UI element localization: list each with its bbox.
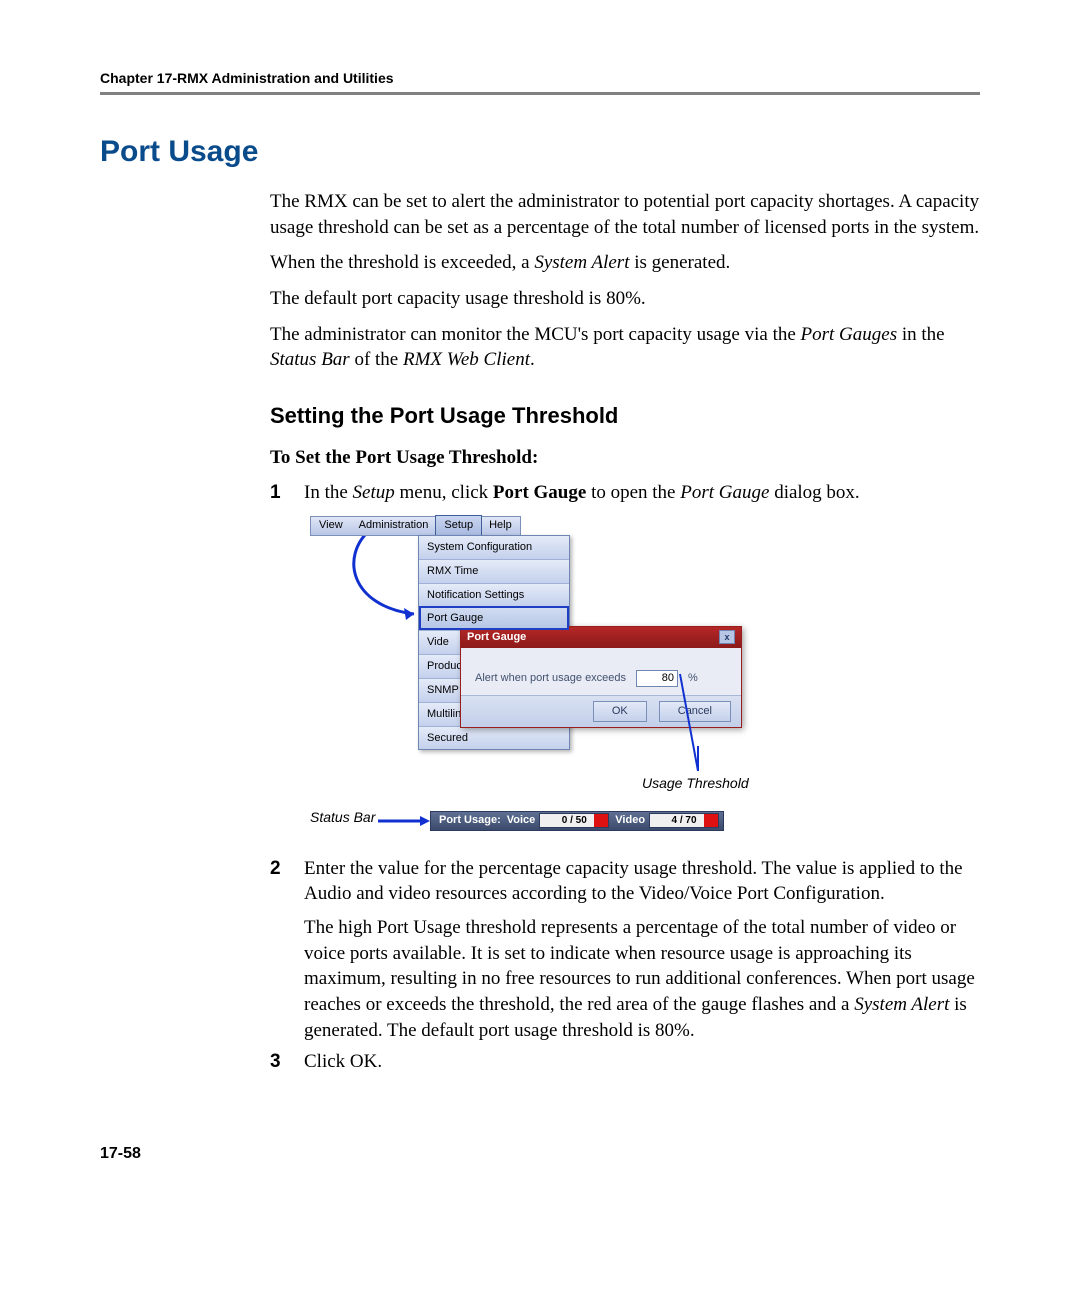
chapter-header: Chapter 17-RMX Administration and Utilit… (100, 70, 980, 86)
paragraph: When the threshold is exceeded, a System… (270, 250, 980, 276)
menu-view[interactable]: View (311, 516, 351, 535)
italic-text: RMX Web Client (403, 349, 530, 370)
text: The administrator can monitor the MCU's … (270, 324, 801, 345)
close-icon[interactable]: x (719, 630, 735, 644)
document-page: Chapter 17-RMX Administration and Utilit… (0, 0, 1080, 1243)
text: of the (350, 349, 403, 370)
subsection-heading: Setting the Port Usage Threshold (270, 401, 980, 431)
menu-help[interactable]: Help (481, 516, 520, 535)
status-bar: Port Usage: Voice 0 / 50 Video 4 / 70 (430, 811, 724, 831)
menu-setup[interactable]: Setup (435, 515, 482, 536)
text: dialog box. (769, 482, 859, 503)
italic-text: System Alert (854, 994, 949, 1015)
bold-text: Port Gauge (493, 482, 586, 503)
threshold-label: Alert when port usage exceeds (475, 671, 626, 686)
step-number: 2 (270, 856, 304, 882)
dialog-button-row: OK Cancel (461, 695, 741, 727)
annotation-status-bar: Status Bar (310, 808, 375, 827)
video-gauge-group: Video 4 / 70 (615, 813, 719, 828)
text: . (530, 349, 535, 370)
step-text: Click OK. (304, 1049, 980, 1075)
step-1: 1 In the Setup menu, click Port Gauge to… (270, 480, 980, 506)
ok-button[interactable]: OK (593, 701, 647, 722)
menu-item-secured[interactable]: Secured (419, 726, 569, 750)
text: When the threshold is exceeded, a (270, 252, 534, 273)
paragraph: The administrator can monitor the MCU's … (270, 322, 980, 373)
step-2: 2 Enter the value for the percentage cap… (270, 856, 980, 1043)
italic-text: Setup (353, 482, 395, 503)
step-number: 1 (270, 480, 304, 506)
menu-item-port-gauge[interactable]: Port Gauge (419, 606, 569, 630)
text: is generated. (629, 252, 730, 273)
italic-text: System Alert (534, 252, 629, 273)
arrow-right-icon (378, 813, 438, 829)
menu-item-notification-settings[interactable]: Notification Settings (419, 583, 569, 607)
text: to open the (586, 482, 680, 503)
voice-gauge-group: Voice 0 / 50 (507, 813, 610, 828)
paragraph: The default port capacity usage threshol… (270, 286, 980, 312)
procedure-title: To Set the Port Usage Threshold: (270, 445, 980, 471)
italic-text: Port Gauges (801, 324, 898, 345)
video-label: Video (615, 813, 645, 828)
voice-gauge-value: 0 / 50 (562, 815, 587, 826)
port-gauge-dialog: Port Gauge x Alert when port usage excee… (460, 626, 742, 728)
italic-text: Port Gauge (680, 482, 769, 503)
threshold-input[interactable] (636, 670, 678, 687)
text: menu, click (395, 482, 493, 503)
paragraph: The RMX can be set to alert the administ… (270, 189, 980, 240)
body-column: The RMX can be set to alert the administ… (270, 189, 980, 1075)
percent-label: % (688, 671, 698, 686)
section-heading: Port Usage (100, 135, 980, 169)
header-rule (100, 92, 980, 95)
dialog-title: Port Gauge (467, 630, 526, 645)
text: In the (304, 482, 353, 503)
gauge-red-zone (704, 814, 718, 827)
menu-item-rmx-time[interactable]: RMX Time (419, 559, 569, 583)
gauge-red-zone (594, 814, 608, 827)
annotation-usage-threshold: Usage Threshold (642, 774, 749, 793)
port-usage-label: Port Usage: (439, 813, 501, 828)
dialog-body: Alert when port usage exceeds % (461, 648, 741, 695)
step-text: In the Setup menu, click Port Gauge to o… (304, 480, 980, 506)
voice-label: Voice (507, 813, 536, 828)
video-gauge-value: 4 / 70 (672, 815, 697, 826)
voice-gauge: 0 / 50 (539, 813, 609, 828)
figure-port-gauge: View Administration Setup Help System Co… (310, 516, 930, 846)
menu-administration[interactable]: Administration (351, 516, 437, 535)
italic-text: Status Bar (270, 349, 350, 370)
page-number: 17-58 (100, 1145, 980, 1163)
step-3: 3 Click OK. (270, 1049, 980, 1075)
paragraph: Enter the value for the percentage capac… (304, 856, 980, 907)
video-gauge: 4 / 70 (649, 813, 719, 828)
text: in the (897, 324, 945, 345)
cancel-button[interactable]: Cancel (659, 701, 731, 722)
step-text: Enter the value for the percentage capac… (304, 856, 980, 1043)
step-number: 3 (270, 1049, 304, 1075)
menubar[interactable]: View Administration Setup Help (310, 516, 521, 536)
paragraph: The high Port Usage threshold represents… (304, 915, 980, 1043)
menu-item-system-configuration[interactable]: System Configuration (419, 536, 569, 559)
